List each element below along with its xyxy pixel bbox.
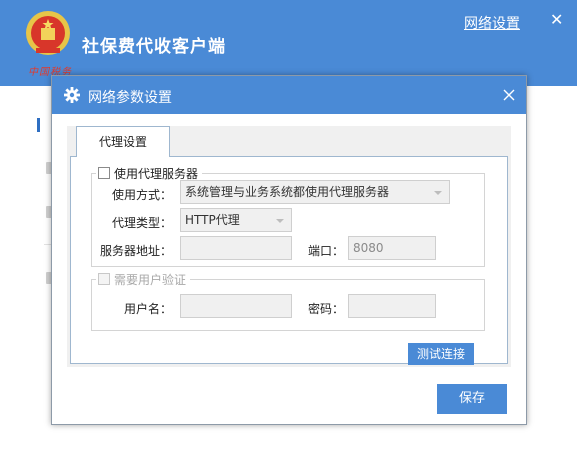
chevron-down-icon — [434, 191, 442, 195]
use-proxy-checkbox[interactable] — [98, 167, 110, 179]
tax-emblem-icon — [26, 11, 70, 55]
require-auth-label: 需要用户验证 — [114, 272, 187, 287]
gear-icon — [64, 87, 80, 103]
username-input[interactable] — [180, 294, 292, 318]
test-connection-button[interactable]: 测试连接 — [408, 343, 474, 365]
network-settings-link[interactable]: 网络设置 — [464, 13, 520, 33]
server-address-input[interactable] — [180, 236, 292, 260]
app-header: 中国税务 社保费代收客户端 网络设置 ✕ — [0, 0, 577, 86]
app-title: 社保费代收客户端 — [82, 37, 226, 57]
port-label: 端口： — [308, 244, 345, 258]
proxy-group-legend: 使用代理服务器 — [96, 165, 203, 181]
require-auth-checkbox[interactable] — [98, 273, 110, 285]
tab-content: 使用代理服务器 使用方式： 系统管理与业务系统都使用代理服务器 代理类型： HT… — [70, 156, 508, 365]
proxy-server-group: 使用代理服务器 使用方式： 系统管理与业务系统都使用代理服务器 代理类型： HT… — [91, 165, 485, 267]
app-close-icon[interactable]: ✕ — [550, 12, 563, 28]
background-section-marker — [37, 118, 40, 132]
tab-proxy-settings[interactable]: 代理设置 — [76, 126, 170, 157]
close-icon[interactable] — [503, 89, 515, 101]
password-input[interactable] — [348, 294, 436, 318]
server-address-label: 服务器地址： — [100, 244, 173, 258]
username-label: 用户名： — [124, 302, 173, 316]
auth-group-legend: 需要用户验证 — [96, 271, 191, 287]
usage-mode-select[interactable]: 系统管理与业务系统都使用代理服务器 — [180, 180, 450, 204]
proxy-type-value: HTTP代理 — [185, 213, 240, 227]
save-button[interactable]: 保存 — [437, 384, 507, 414]
usage-mode-value: 系统管理与业务系统都使用代理服务器 — [185, 185, 390, 199]
password-label: 密码： — [308, 302, 345, 316]
network-settings-dialog: 网络参数设置 代理设置 使用代理服务器 使用方式： 系统管理与业务系统都使用代理… — [51, 75, 527, 425]
chevron-down-icon — [276, 219, 284, 223]
use-proxy-label: 使用代理服务器 — [114, 166, 199, 181]
port-input[interactable]: 8080 — [348, 236, 436, 260]
proxy-type-select[interactable]: HTTP代理 — [180, 208, 292, 232]
usage-mode-label: 使用方式： — [112, 188, 173, 202]
proxy-type-label: 代理类型： — [112, 216, 173, 230]
settings-panel: 代理设置 使用代理服务器 使用方式： 系统管理与业务系统都使用代理服务器 代理类… — [67, 126, 511, 367]
dialog-titlebar[interactable]: 网络参数设置 — [52, 76, 526, 114]
user-auth-group: 需要用户验证 用户名： 密码： — [91, 271, 485, 331]
dialog-title: 网络参数设置 — [88, 90, 172, 106]
